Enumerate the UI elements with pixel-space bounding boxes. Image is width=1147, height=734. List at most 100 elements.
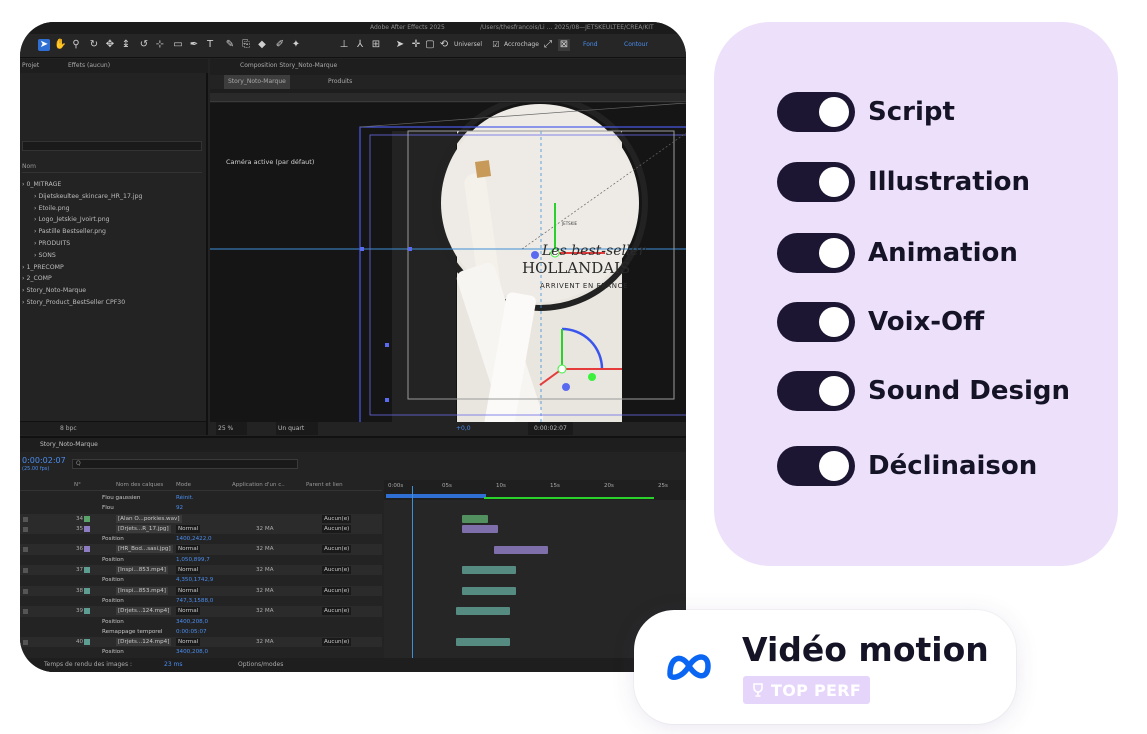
layer-duration-bar[interactable] [456,607,510,616]
project-item[interactable]: › 0_MITRAGE [22,179,142,191]
blend-mode-select[interactable]: Normal [176,566,201,575]
layer-duration-bar[interactable] [494,545,548,554]
timeline-property-row[interactable]: Position 4,350,1742,9 [20,575,382,585]
layer-color-label[interactable] [84,608,90,615]
work-area-bar[interactable] [386,494,486,498]
project-item[interactable]: › SONS [22,250,142,262]
step-toggle[interactable] [777,302,855,342]
timeline-property-row[interactable]: Remappage temporel 0:00:05:07 [20,627,382,637]
layer-color-label[interactable] [84,639,90,646]
snap-grid-icon[interactable]: ⊠ [558,39,570,51]
text-tool-icon[interactable]: T [204,39,216,51]
layer-duration-bar[interactable] [462,514,488,523]
brush-tool-icon[interactable]: ✎ [224,39,236,51]
timeline-property-row[interactable]: Flou gaussien Réinit. [20,493,382,503]
snap-options-icon[interactable]: ⤢ [542,39,554,51]
visibility-eye-icon[interactable] [23,568,28,574]
col-number[interactable]: N° [74,482,81,488]
dolly-tool-icon[interactable]: ↨ [120,39,132,51]
snap-move-icon[interactable]: ✛ [410,39,422,51]
parent-select[interactable]: Aucun(e) [322,514,352,523]
timeline-property-row[interactable]: Position 1,050,899,7 [20,555,382,565]
timeline-timecode[interactable]: 0:00:02:07 [22,456,66,465]
project-item[interactable]: › Dijetskeultee_skincare_HR_17.jpg [22,191,142,203]
snapping-label[interactable]: Accrochage [504,41,539,48]
tab-story-noto-marque[interactable]: Story_Noto-Marque [224,75,290,89]
snap-rotate-icon[interactable]: ⟲ [438,39,450,51]
parent-select[interactable]: Aucun(e) [322,566,352,575]
blend-mode-select[interactable]: Normal [176,638,201,647]
timeline-property-row[interactable]: Position 747,3,1588,0 [20,596,382,606]
col-parent[interactable]: Parent et lien [306,482,343,488]
project-search-input[interactable] [22,141,202,151]
layer-duration-bar[interactable] [456,638,510,647]
rotate-tool-icon[interactable]: ↺ [138,39,150,51]
composition-viewer[interactable]: Caméra active (par défaut) Les best-sell… [210,103,686,423]
project-item[interactable]: › Pastille Bestseller.png [22,226,142,238]
visibility-eye-icon[interactable] [23,547,28,553]
roto-tool-icon[interactable]: ✐ [274,39,286,51]
comp-timecode[interactable]: 0:00:02:07 [528,422,573,435]
timeline-layer-row[interactable]: 36 [HR_Bod...sasi.jpg] Normal 32 MA Aucun(e) [20,544,382,555]
project-item[interactable]: › PRODUITS [22,238,142,250]
clone-tool-icon[interactable]: ⎘ [240,39,252,51]
resolution-select[interactable]: Un quart [276,422,319,435]
tab-produits[interactable]: Produits [328,75,352,89]
step-toggle[interactable] [777,446,855,486]
project-item[interactable]: › 1_PRECOMP [22,262,142,274]
timeline-property-row[interactable]: Position 1400,2422,0 [20,534,382,544]
layer-color-label[interactable] [84,525,90,532]
visibility-eye-icon[interactable] [23,588,28,594]
pan-tool-icon[interactable]: ✥ [104,39,116,51]
timeline-property-row[interactable]: Flou 92 [20,503,382,513]
step-toggle[interactable] [777,233,855,273]
universal-label[interactable]: Universel [454,41,482,48]
anchor-tool-icon[interactable]: ⊹ [154,39,166,51]
hand-tool-icon[interactable]: ✋ [54,39,66,51]
visibility-eye-icon[interactable] [23,516,28,522]
col-mode[interactable]: Mode [176,482,191,488]
visibility-eye-icon[interactable] [23,609,28,615]
tab-projet[interactable]: Projet [22,59,39,73]
tab-effets[interactable]: Effets (aucun) [68,59,110,73]
project-item[interactable]: › Story_Product_BestSeller CPF30 [22,297,142,309]
visibility-eye-icon[interactable] [23,526,28,532]
parent-select[interactable]: Aucun(e) [322,638,352,647]
blend-mode-select[interactable]: Normal [176,607,201,616]
visibility-eye-icon[interactable] [23,640,28,646]
project-item[interactable]: › Logo_Jetskie_Jvoirt.png [22,214,142,226]
step-toggle[interactable] [777,92,855,132]
bit-depth-label[interactable]: 8 bpc [60,425,77,432]
world-axis-icon[interactable]: ⅄ [354,39,366,51]
project-item[interactable]: › 2_COMP [22,273,142,285]
local-axis-icon[interactable]: ⊥ [338,39,350,51]
col-layer-name[interactable]: Nom des calques [116,482,163,488]
timeline-layer-row[interactable]: 34 [Alan O...porkies.wav] Aucun(e) [20,513,382,524]
exposure-offset[interactable]: +0,0 [456,422,471,435]
parent-select[interactable]: Aucun(e) [322,545,352,554]
orbit-tool-icon[interactable]: ↻ [88,39,100,51]
fill-label[interactable]: Fond [583,41,598,48]
pen-tool-icon[interactable]: ✒ [188,39,200,51]
timeline-layer-row[interactable]: 39 [Drjets...124.mp4] Normal 32 MA Aucun(e) [20,606,382,617]
timeline-layer-row[interactable]: 38 [Inspi...853.mp4] Normal 32 MA Aucun(e) [20,585,382,596]
blend-mode-select[interactable]: Normal [176,586,201,595]
layer-duration-bar[interactable] [462,586,516,595]
project-item[interactable]: › Story_Noto-Marque [22,285,142,297]
timeline-tab[interactable]: Story_Noto-Marque [40,438,98,452]
layer-color-label[interactable] [84,546,90,553]
layer-color-label[interactable] [84,515,90,522]
blend-mode-select[interactable]: Normal [176,524,201,533]
timeline-property-row[interactable]: Position 3400,208,0 [20,647,382,657]
col-apply[interactable]: Application d'un c.. [232,482,285,488]
timeline-layer-row[interactable]: 40 [Drjets...124.mp4] Normal 32 MA Aucun(e) [20,637,382,648]
zoom-select[interactable]: 25 % [216,422,248,435]
view-axis-icon[interactable]: ⊞ [370,39,382,51]
step-toggle[interactable] [777,162,855,202]
layer-color-label[interactable] [84,567,90,574]
column-nom[interactable]: Nom [22,163,36,170]
timeline-layer-row[interactable]: 35 [Drjets...R_17.jpg] Normal 32 MA Aucun(e) [20,523,382,535]
zoom-tool-icon[interactable]: ⚲ [70,39,82,51]
layer-color-label[interactable] [84,587,90,594]
step-toggle[interactable] [777,371,855,411]
